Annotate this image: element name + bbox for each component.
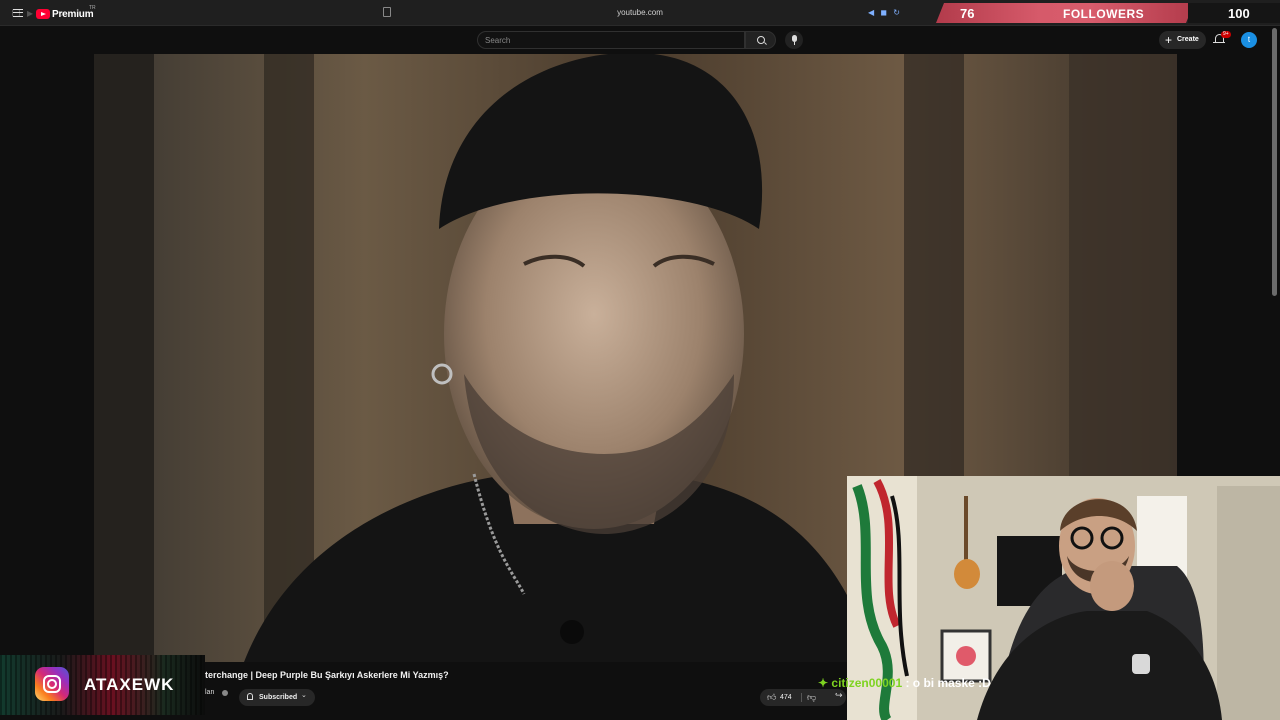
share-icon[interactable]: ↪ <box>835 690 843 701</box>
channel-name[interactable]: lan <box>205 689 214 696</box>
search-input[interactable] <box>477 31 745 49</box>
notification-badge: 9+ <box>1221 31 1231 38</box>
country-code: TR <box>89 5 96 11</box>
page-scrollbar[interactable] <box>1272 28 1277 296</box>
chat-text: : o bi maske :D <box>902 676 991 690</box>
instagram-icon <box>35 667 69 701</box>
followers-goal-overlay: 76 FOLLOWERS 100 <box>936 3 1280 23</box>
verified-icon <box>222 690 228 696</box>
extension-icons[interactable]: ◀ ◼ ↻ <box>868 8 902 17</box>
instagram-overlay: ATAXEWK <box>0 655 205 715</box>
subscribed-label: Subscribed <box>259 694 298 701</box>
create-label: Create <box>1177 36 1199 43</box>
chat-message: ✦ citizen00001 : o bi maske :D <box>818 676 991 690</box>
mic-icon <box>791 35 797 42</box>
instagram-handle: ATAXEWK <box>84 675 175 694</box>
subscribed-button[interactable]: Subscribed ⌄ <box>239 689 315 706</box>
like-count: 474 <box>780 694 792 701</box>
like-dislike-group: 👍︎ 474 👎︎ <box>760 689 846 706</box>
followers-goal: 100 <box>1228 6 1250 21</box>
like-icon[interactable]: 👍︎ <box>767 692 776 703</box>
dislike-icon[interactable]: 👎︎ <box>807 692 816 703</box>
create-button[interactable]: + Create <box>1159 31 1206 49</box>
followers-current: 76 <box>960 6 975 21</box>
avatar[interactable]: t <box>1241 32 1257 48</box>
plus-icon: + <box>1165 33 1173 47</box>
chat-star-icon: ✦ <box>818 676 829 690</box>
menu-icon[interactable] <box>13 9 23 17</box>
search-icon <box>757 36 765 44</box>
search-button[interactable] <box>745 31 776 49</box>
video-title: terchange | Deep Purple Bu Şarkıyı Asker… <box>205 670 449 680</box>
youtube-premium-logo[interactable]: Premium <box>52 9 94 20</box>
search-placeholder: Search <box>485 36 511 45</box>
followers-label: FOLLOWERS <box>1063 7 1145 21</box>
chevron-down-icon: ⌄ <box>301 692 307 699</box>
like-divider <box>801 693 802 702</box>
voice-search-button[interactable] <box>785 31 803 49</box>
bell-icon <box>247 693 253 700</box>
youtube-logo-icon[interactable] <box>36 9 50 19</box>
chat-username: citizen00001 <box>831 676 903 690</box>
